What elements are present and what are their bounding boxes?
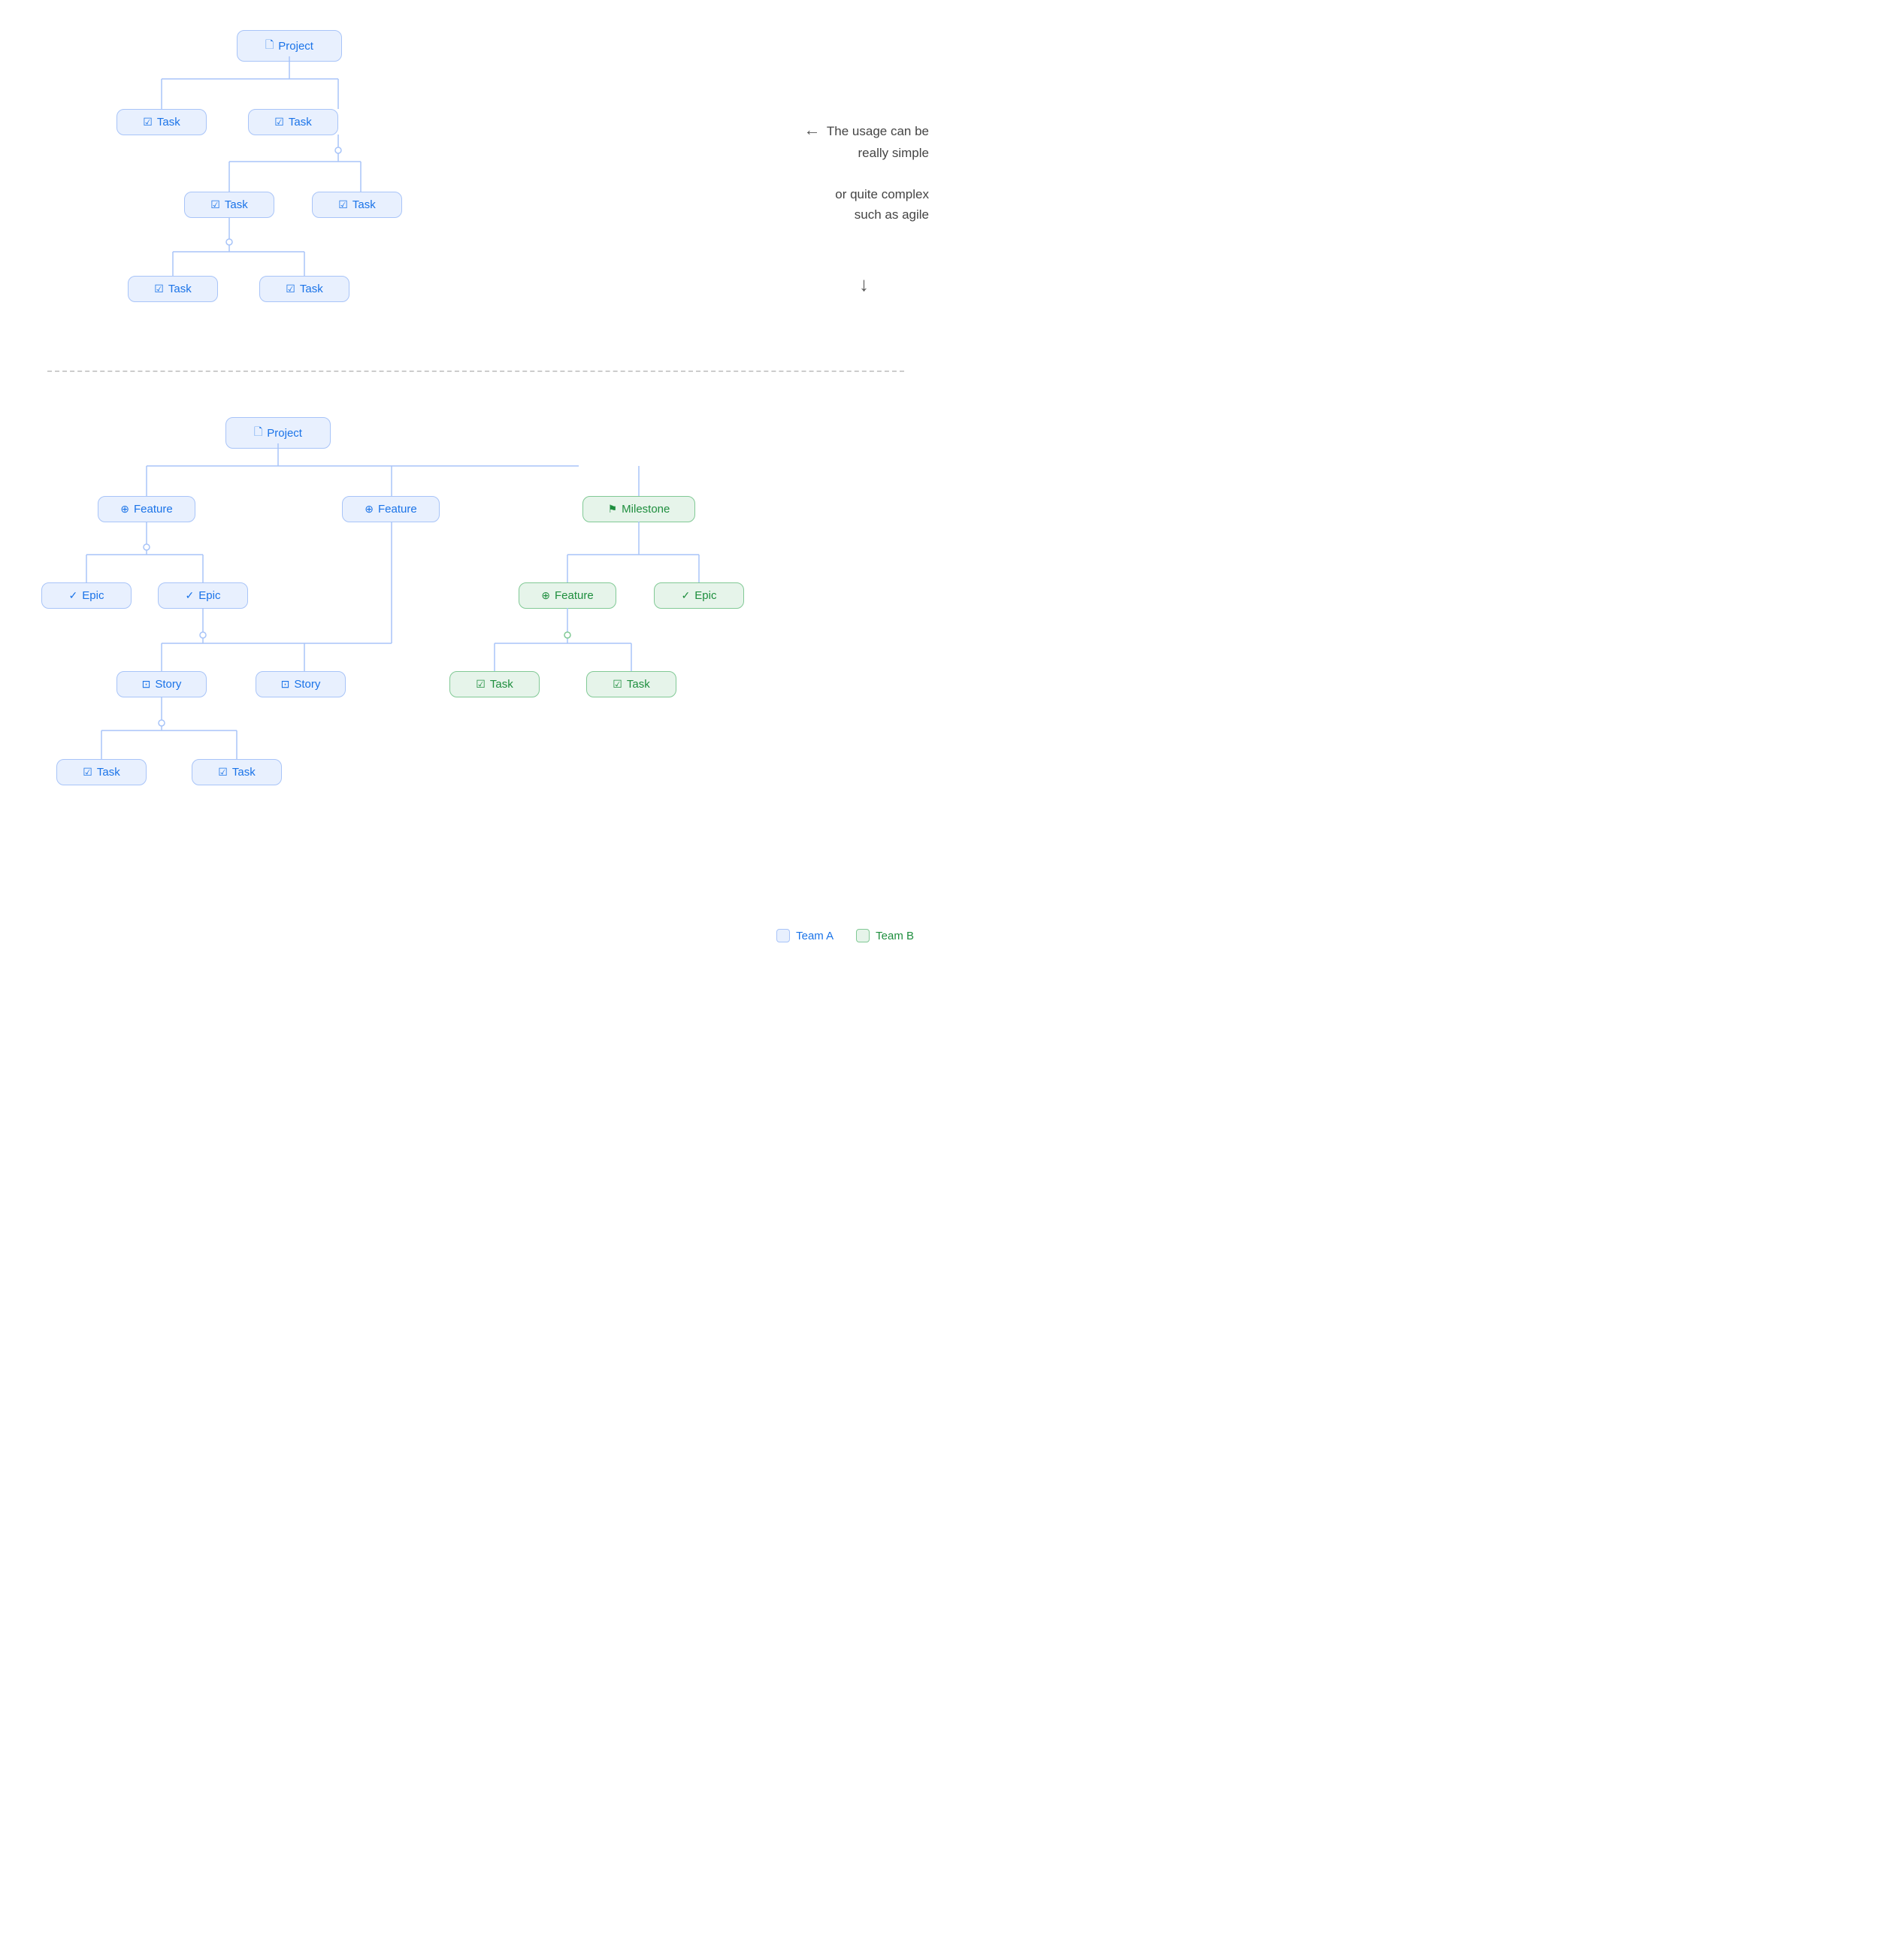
d2-feature1-node: ⊕ Feature [98,496,195,522]
d2-epic1-icon: ✓ [69,589,78,602]
d2-epic3-label: Epic [694,589,716,602]
legend-box-green [856,929,870,942]
d2-task1-node: ☑ Task [449,671,540,697]
d2-milestone-label: Milestone [622,503,670,516]
d2-feature1-label: Feature [134,503,173,516]
d1-task4-node: ☑ Task [312,192,402,218]
project-label: Project [278,40,313,53]
d1-project-node: 🗋 Project [237,30,342,62]
project-icon: 🗋 [265,37,274,55]
d2-task4-icon: ☑ [218,766,228,779]
d1-task2-node: ☑ Task [248,109,338,135]
d2-epic3-icon: ✓ [682,589,691,602]
annotation-line1: The usage can be [827,124,929,138]
d2-feature2-node: ⊕ Feature [342,496,440,522]
task5-label: Task [168,283,192,295]
task1-label: Task [157,116,180,129]
d2-task1-label: Task [490,678,513,691]
arrow-left-icon: ← [803,116,820,143]
d2-story2-node: ⊡ Story [256,671,346,697]
d2-feature3-label: Feature [555,589,594,602]
task4-label: Task [352,198,376,211]
d2-project-label: Project [267,427,302,440]
d2-feature2-label: Feature [378,503,417,516]
annotation-line2: really simple [858,146,929,160]
annotation-line3: or quite complex [835,187,929,201]
d2-feature3-node: ⊕ Feature [519,582,616,609]
d2-feature1-icon: ⊕ [120,503,129,516]
d2-milestone-node: ⚑ Milestone [582,496,695,522]
task3-icon: ☑ [210,198,220,211]
d2-epic2-label: Epic [198,589,220,602]
d1-task1-node: ☑ Task [116,109,207,135]
arrow-down: ↓ [859,274,869,294]
d2-task2-icon: ☑ [613,678,622,691]
task4-icon: ☑ [338,198,348,211]
legend-team-a: Team A [776,929,834,942]
legend-team-b-label: Team B [876,930,914,942]
d2-epic2-node: ✓ Epic [158,582,248,609]
task1-icon: ☑ [143,116,153,129]
task2-label: Task [289,116,312,129]
d2-story1-icon: ⊡ [142,678,151,691]
task3-label: Task [225,198,248,211]
d2-epic1-node: ✓ Epic [41,582,132,609]
d2-task2-node: ☑ Task [586,671,676,697]
section-divider [47,371,903,372]
task5-icon: ☑ [154,283,164,295]
d2-story2-icon: ⊡ [281,678,290,691]
d2-task4-node: ☑ Task [192,759,282,785]
d1-task5-node: ☑ Task [128,276,218,302]
annotation-text: ← The usage can be really simple or quit… [734,116,929,225]
d2-task3-node: ☑ Task [56,759,147,785]
d1-task3-node: ☑ Task [184,192,274,218]
d2-epic3-node: ✓ Epic [654,582,744,609]
d2-story1-node: ⊡ Story [116,671,207,697]
task6-label: Task [300,283,323,295]
task6-icon: ☑ [286,283,295,295]
d2-story2-label: Story [294,678,320,691]
legend: Team A Team B [776,929,914,942]
d2-feature2-icon: ⊕ [365,503,374,516]
d2-task2-label: Task [627,678,650,691]
d1-task6-node: ☑ Task [259,276,349,302]
d2-task1-icon: ☑ [476,678,486,691]
d2-epic2-icon: ✓ [186,589,195,602]
legend-box-blue [776,929,790,942]
d2-feature3-icon: ⊕ [541,589,550,602]
legend-team-a-label: Team A [796,930,834,942]
annotation-line4: such as agile [855,207,929,222]
d2-project-node: 🗋 Project [225,417,331,449]
d2-task3-icon: ☑ [83,766,92,779]
d2-epic1-label: Epic [82,589,104,602]
d2-task4-label: Task [232,766,256,779]
task2-icon: ☑ [274,116,284,129]
d2-milestone-icon: ⚑ [608,503,618,516]
d2-story1-label: Story [155,678,181,691]
legend-team-b: Team B [856,929,914,942]
d2-task3-label: Task [97,766,120,779]
d2-project-icon: 🗋 [254,424,262,442]
